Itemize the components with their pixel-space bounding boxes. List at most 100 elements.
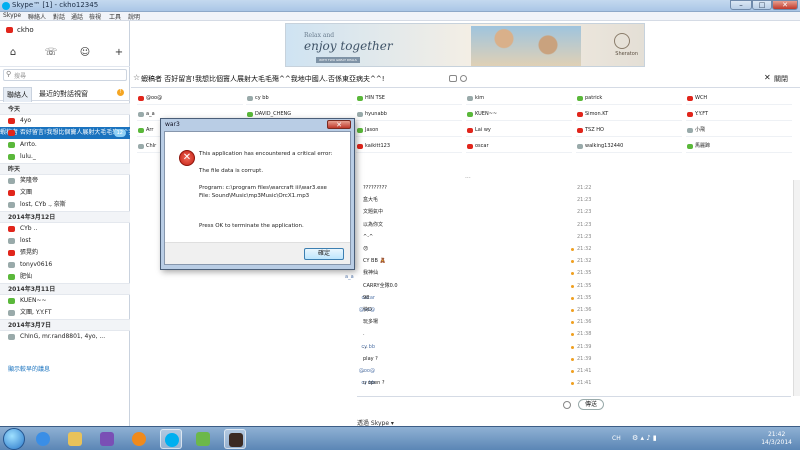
message-time: 21:23	[577, 221, 592, 228]
participant[interactable]: Jason	[356, 124, 462, 137]
participant[interactable]: Y.Y.FT	[686, 108, 792, 121]
notification-icon[interactable]: !	[117, 89, 124, 96]
send-button[interactable]: 傳送	[578, 399, 604, 410]
recent-item[interactable]: tonyv0616	[0, 259, 130, 271]
advertisement-banner[interactable]: Relax and enjoy together WITH TWO GREAT …	[285, 23, 645, 67]
recent-item[interactable]: 張晃釣	[0, 247, 130, 259]
message-time: 21:22	[577, 185, 592, 191]
message-time: 21:35	[577, 270, 592, 277]
recent-item[interactable]: lulu._	[0, 151, 130, 163]
taskbar-explorer-icon[interactable]	[64, 429, 86, 449]
menu-call[interactable]: 通話	[71, 12, 83, 21]
recent-item[interactable]: 4yo	[0, 115, 130, 127]
recent-item[interactable]: 文團	[0, 187, 130, 199]
participant-name: Y.Y.FT	[695, 111, 709, 117]
taskbar-visualstudio-icon[interactable]	[96, 429, 118, 449]
status-icon[interactable]	[6, 27, 13, 33]
ad-bar: Relax and enjoy together WITH TWO GREAT …	[131, 21, 800, 69]
more-participants[interactable]: ...	[465, 173, 471, 180]
close-conversation-icon[interactable]: ✕	[764, 73, 771, 82]
recent-item-label: CYb ..	[20, 225, 38, 232]
recent-item-label: lost, CYb ., 奈斯	[20, 201, 66, 208]
chat-scrollbar[interactable]	[793, 180, 800, 396]
info-icon[interactable]	[460, 75, 467, 82]
ad-small-text: Relax and	[304, 32, 335, 39]
recent-item[interactable]: 蝦稿者 否好留言!我想比個竇人展射大毛毛殤^^我地中國人.否係東亞病夫^^!12	[0, 127, 130, 139]
recent-item[interactable]: CYb ..	[0, 223, 130, 235]
dialog-close-button[interactable]: ✕	[327, 120, 351, 129]
participant[interactable]: Simon.KT	[576, 108, 682, 121]
menu-contacts[interactable]: 聯絡人	[28, 12, 46, 21]
recent-item[interactable]: 笑隆帝	[0, 175, 130, 187]
clock[interactable]: 21:42 14/3/2014	[761, 431, 792, 447]
recent-item[interactable]: Arrto.	[0, 139, 130, 151]
recent-item[interactable]: 文團, Y.Y.FT	[0, 307, 130, 319]
taskbar-app-icon[interactable]	[192, 429, 214, 449]
maximize-button[interactable]: □	[752, 0, 772, 10]
participant[interactable]: hyunabb	[356, 108, 462, 121]
search-input[interactable]: ⚲ 搜尋	[3, 69, 127, 81]
ok-button[interactable]: 確定	[304, 248, 344, 260]
taskbar-war3-icon[interactable]	[224, 429, 246, 449]
menu-help[interactable]: 說明	[128, 12, 140, 21]
recent-item[interactable]: ChInG, mr.rand8801, 4yo, ...	[0, 331, 130, 343]
tray-icons[interactable]: ⚙ ▴ ♪ ▮	[632, 434, 657, 442]
error-line-2: The file data is corrupt.	[199, 168, 264, 174]
add-contact-icon[interactable]: +	[112, 47, 126, 59]
participant-status-icon	[577, 96, 583, 101]
tab-recent[interactable]: 最近的對話視窗	[36, 87, 91, 101]
start-button[interactable]	[3, 428, 25, 450]
participant[interactable]: patrick	[576, 92, 682, 105]
participant-name: a_a	[146, 111, 155, 117]
participants-icon[interactable]	[449, 75, 457, 82]
call-phone-icon[interactable]: ☏	[44, 47, 58, 59]
taskbar-mediaplayer-icon[interactable]	[128, 429, 150, 449]
recent-item[interactable]: 肥仙	[0, 271, 130, 283]
participant-status-icon	[577, 112, 583, 117]
participant[interactable]: 馬麗蹄	[686, 140, 792, 153]
menu-tools[interactable]: 工具	[109, 12, 121, 21]
participant[interactable]: oscar	[466, 140, 572, 153]
contact-status-icon	[8, 334, 15, 340]
recent-item[interactable]: lost, CYb ., 奈斯	[0, 199, 130, 211]
participant[interactable]: kim	[466, 92, 572, 105]
recent-item[interactable]: lost	[0, 235, 130, 247]
participant-name: TSZ HO	[585, 127, 604, 133]
participant-name: Lai wy	[475, 127, 491, 133]
minimize-button[interactable]: –	[730, 0, 752, 10]
menu-skype[interactable]: Skype	[3, 12, 21, 19]
contact-status-icon	[8, 262, 15, 268]
favorite-star-icon[interactable]: ☆	[133, 73, 140, 82]
participant[interactable]: HIN TSE	[356, 92, 462, 105]
close-button[interactable]: ✕	[772, 0, 798, 10]
show-more-link[interactable]: 顯示較早的議息	[0, 364, 130, 376]
menu-conversation[interactable]: 對話	[53, 12, 65, 21]
recent-item-label: 今天	[8, 106, 21, 113]
participant[interactable]: KUEN~~	[466, 108, 572, 121]
participant[interactable]: kaikitt123	[356, 140, 462, 153]
participant[interactable]: cy bb	[246, 92, 352, 105]
participant[interactable]: 小飛	[686, 124, 792, 137]
emoticon-icon[interactable]	[563, 401, 571, 409]
tab-contacts[interactable]: 聯絡人	[3, 87, 32, 102]
close-conversation-label[interactable]: 關閉	[774, 74, 788, 84]
taskbar-ie-icon[interactable]	[32, 429, 54, 449]
group-icon[interactable]: ☺	[78, 47, 92, 59]
participant[interactable]: @oo@	[137, 92, 243, 105]
participant-status-icon	[357, 144, 363, 149]
home-icon[interactable]: ⌂	[6, 47, 20, 59]
participant[interactable]: walking132440	[576, 140, 682, 153]
unread-dot-icon	[571, 357, 574, 361]
message-text: 快D	[363, 307, 372, 313]
participant[interactable]: WCH	[686, 92, 792, 105]
menu-view[interactable]: 檢視	[89, 12, 101, 21]
participant[interactable]: Lai wy	[466, 124, 572, 137]
unread-dot-icon	[571, 296, 574, 300]
recent-item[interactable]: KUEN~~	[0, 295, 130, 307]
message-input[interactable]	[357, 396, 791, 414]
taskbar-skype-icon[interactable]	[160, 429, 182, 449]
participant[interactable]: TSZ HO	[576, 124, 682, 137]
profile-bar[interactable]: ckho	[0, 21, 130, 41]
recent-item-label: 2014年3月12日	[8, 214, 56, 221]
language-indicator[interactable]: CH	[612, 435, 621, 442]
